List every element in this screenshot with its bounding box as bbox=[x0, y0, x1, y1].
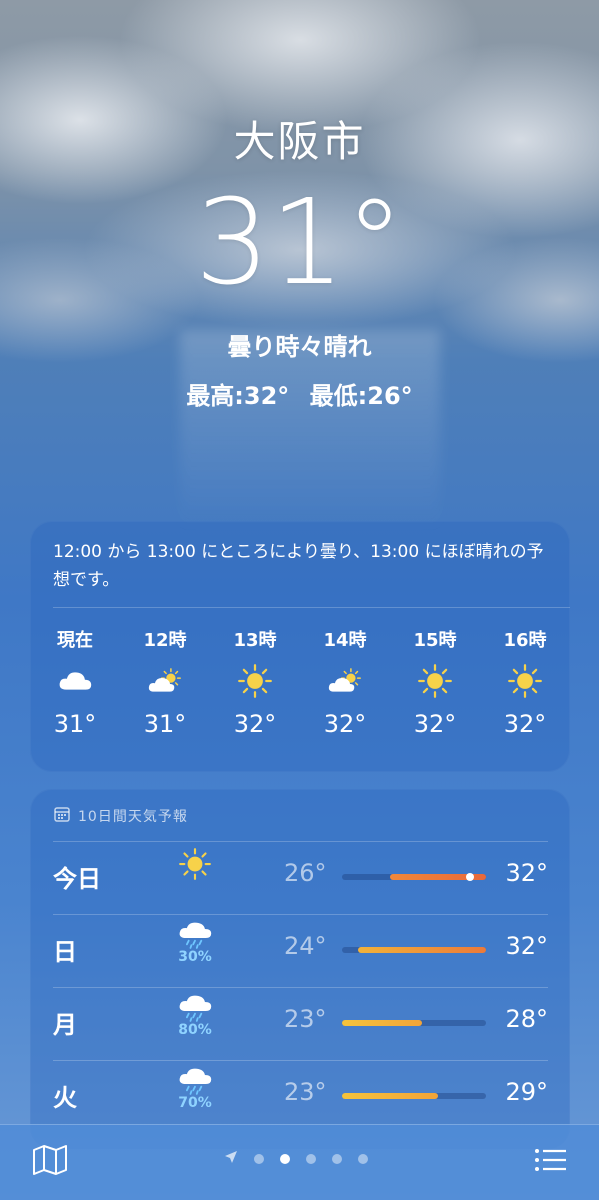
temperature-range-fill bbox=[342, 1093, 438, 1099]
list-icon[interactable] bbox=[530, 1143, 570, 1177]
page-dot[interactable] bbox=[358, 1153, 368, 1164]
low-temperature: 26° bbox=[284, 859, 327, 887]
cloud-icon bbox=[30, 652, 120, 710]
map-icon[interactable] bbox=[30, 1143, 70, 1177]
page-dot[interactable] bbox=[306, 1153, 316, 1164]
hour-label: 13時 bbox=[233, 630, 277, 651]
temperature-range-fill bbox=[342, 1020, 422, 1026]
rain-cloud-icon: 30% bbox=[170, 920, 220, 965]
daily-row[interactable]: 日 30% 24° 32° bbox=[30, 914, 570, 987]
day-label: 今日 bbox=[53, 865, 101, 893]
sun-icon bbox=[210, 652, 300, 710]
rain-cloud-icon: 80% bbox=[170, 993, 220, 1038]
partly-sunny-icon bbox=[300, 652, 390, 710]
current-temperature: 31° bbox=[194, 173, 405, 311]
hourly-item: 16時 32° bbox=[480, 626, 570, 738]
hour-label: 14時 bbox=[323, 630, 367, 651]
hourly-item: 14時 32° bbox=[300, 626, 390, 738]
hourly-item: 13時 32° bbox=[210, 626, 300, 738]
forecast-summary: 12:00 から 13:00 にところにより曇り、13:00 にほぼ晴れの予想で… bbox=[53, 542, 544, 590]
partly-sunny-icon bbox=[120, 652, 210, 710]
hour-temperature: 32° bbox=[233, 710, 277, 738]
hourly-item: 現在 31° bbox=[30, 626, 120, 738]
page-dot[interactable] bbox=[254, 1153, 264, 1164]
temperature-range-bar bbox=[342, 873, 486, 881]
high-temperature: 32° bbox=[505, 859, 548, 887]
rain-cloud-icon: 70% bbox=[170, 1066, 220, 1111]
hour-label: 12時 bbox=[143, 630, 187, 651]
hourly-item: 15時 32° bbox=[390, 626, 480, 738]
daily-row[interactable]: 火 70% 23° 29° bbox=[30, 1060, 570, 1133]
row-divider bbox=[53, 841, 548, 842]
low-temp: 最低:26° bbox=[309, 382, 413, 410]
weather-screen: 大阪市 31° 曇り時々晴れ 最高:32° 最低:26° 12:00 から 13… bbox=[0, 0, 599, 1200]
high-low: 最高:32° 最低:26° bbox=[0, 376, 599, 411]
page-dot[interactable] bbox=[332, 1153, 342, 1164]
hour-label: 現在 bbox=[57, 630, 93, 651]
low-temperature: 23° bbox=[284, 1078, 327, 1106]
precipitation-chance: 70% bbox=[178, 1094, 212, 1111]
location-arrow-icon[interactable] bbox=[224, 1149, 238, 1168]
weather-condition: 曇り時々晴れ bbox=[227, 333, 372, 361]
temperature-range-bar bbox=[342, 947, 486, 953]
precipitation-chance: 80% bbox=[178, 1021, 212, 1038]
temperature-range-fill bbox=[358, 947, 486, 953]
hourly-list[interactable]: 現在 31° 12時 31° 13時 32° 14時 32° 15時 32° 16時 32… bbox=[30, 626, 570, 738]
precipitation-chance: 30% bbox=[178, 948, 212, 965]
day-label: 月 bbox=[53, 1011, 77, 1039]
high-temperature: 28° bbox=[505, 1005, 548, 1033]
hour-label: 16時 bbox=[503, 630, 547, 651]
hour-temperature: 32° bbox=[503, 710, 547, 738]
hour-temperature: 32° bbox=[413, 710, 457, 738]
low-temperature: 23° bbox=[284, 1005, 327, 1033]
daily-forecast-title: 10日間天気予報 bbox=[78, 809, 188, 825]
hour-temperature: 31° bbox=[53, 710, 97, 738]
hour-temperature: 31° bbox=[143, 710, 187, 738]
low-temperature: 24° bbox=[284, 932, 327, 960]
sun-icon bbox=[480, 652, 570, 710]
high-temp: 最高:32° bbox=[186, 382, 290, 410]
current-temp-marker bbox=[466, 873, 474, 881]
divider bbox=[53, 607, 570, 608]
hourly-forecast-card[interactable]: 12:00 から 13:00 にところにより曇り、13:00 にほぼ晴れの予想で… bbox=[30, 521, 570, 772]
daily-forecast-card[interactable]: 10日間天気予報 今日 26° 32° 日 30% 24° 32° 月 80% bbox=[30, 789, 570, 1149]
page-dot-active[interactable] bbox=[280, 1153, 290, 1164]
day-label: 日 bbox=[53, 938, 77, 966]
current-weather: 大阪市 31° 曇り時々晴れ 最高:32° 最低:26° bbox=[0, 108, 599, 411]
bottom-toolbar bbox=[0, 1124, 599, 1200]
hour-label: 15時 bbox=[413, 630, 457, 651]
day-label: 火 bbox=[53, 1084, 77, 1112]
high-temperature: 32° bbox=[505, 932, 548, 960]
hour-temperature: 32° bbox=[323, 710, 367, 738]
hourly-item: 12時 31° bbox=[120, 626, 210, 738]
high-temperature: 29° bbox=[505, 1078, 548, 1106]
sun-icon bbox=[390, 652, 480, 710]
sun-icon bbox=[170, 847, 220, 885]
page-indicator[interactable] bbox=[224, 1149, 368, 1168]
city-name: 大阪市 bbox=[233, 117, 366, 166]
temperature-range-bar bbox=[342, 1093, 486, 1099]
daily-row[interactable]: 月 80% 23° 28° bbox=[30, 987, 570, 1060]
daily-row[interactable]: 今日 26° 32° bbox=[30, 841, 570, 914]
calendar-icon bbox=[54, 806, 70, 826]
daily-forecast-header: 10日間天気予報 bbox=[54, 806, 188, 826]
temperature-range-bar bbox=[342, 1020, 486, 1026]
